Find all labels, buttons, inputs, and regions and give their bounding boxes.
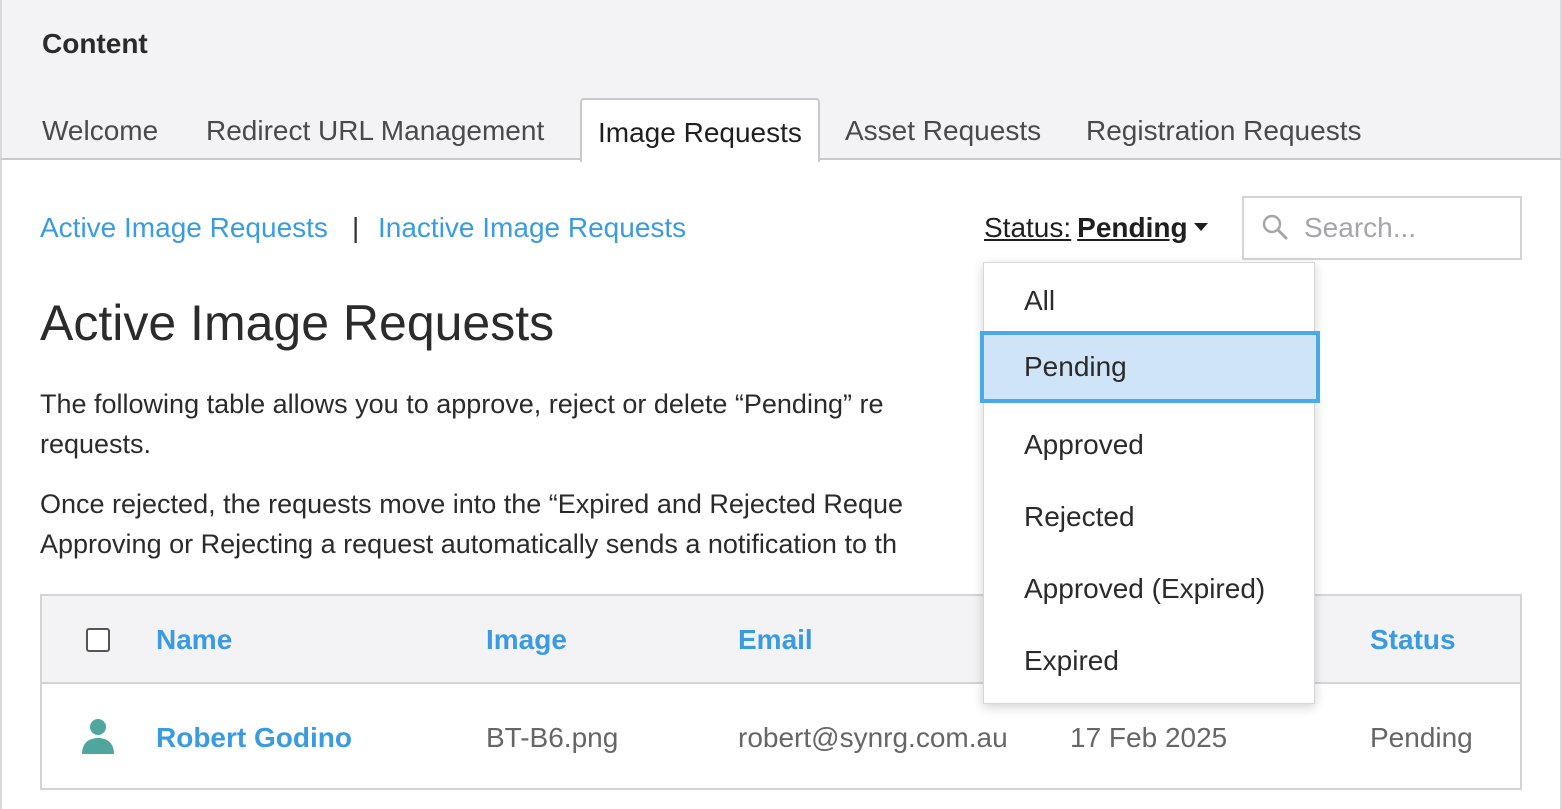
search-box[interactable] bbox=[1242, 196, 1522, 260]
tab-redirect-url-management[interactable]: Redirect URL Management bbox=[206, 98, 544, 160]
description-line: requests. bbox=[40, 429, 152, 459]
search-input[interactable] bbox=[1304, 208, 1504, 248]
active-image-requests-link[interactable]: Active Image Requests bbox=[40, 212, 328, 244]
sublink-separator: | bbox=[352, 212, 360, 243]
row-status: Pending bbox=[1370, 722, 1473, 753]
status-dropdown-menu: All Pending Approved Rejected Approved (… bbox=[980, 262, 1320, 704]
status-option-rejected[interactable]: Rejected bbox=[984, 481, 1314, 553]
row-image: BT-B6.png bbox=[486, 722, 619, 753]
status-filter-label: Status: bbox=[984, 212, 1072, 243]
description-line: The following table allows you to approv… bbox=[40, 389, 884, 419]
status-option-approved-expired[interactable]: Approved (Expired) bbox=[984, 553, 1314, 625]
tab-asset-requests[interactable]: Asset Requests bbox=[845, 98, 1041, 160]
row-email: robert@synrg.com.au bbox=[738, 722, 1008, 753]
column-header-image[interactable]: Image bbox=[486, 624, 567, 656]
column-header-email[interactable]: Email bbox=[738, 624, 813, 656]
column-header-name[interactable]: Name bbox=[156, 624, 232, 656]
search-icon bbox=[1262, 214, 1288, 240]
app-title: Content bbox=[42, 28, 148, 59]
caret-down-icon[interactable] bbox=[1193, 222, 1208, 231]
status-option-all[interactable]: All bbox=[984, 265, 1314, 337]
status-filter[interactable]: Status: Pending bbox=[984, 212, 1208, 244]
row-name-link[interactable]: Robert Godino bbox=[156, 722, 352, 754]
description-line: Once rejected, the requests move into th… bbox=[40, 489, 903, 519]
status-filter-value[interactable]: Pending bbox=[1077, 212, 1187, 243]
tab-registration-requests[interactable]: Registration Requests bbox=[1086, 98, 1361, 160]
status-option-expired[interactable]: Expired bbox=[984, 625, 1314, 697]
tab-image-requests[interactable]: Image Requests bbox=[580, 98, 820, 162]
status-option-pending[interactable]: Pending bbox=[980, 331, 1320, 403]
description-line: Approving or Rejecting a request automat… bbox=[40, 529, 897, 559]
row-date: 17 Feb 2025 bbox=[1070, 722, 1228, 753]
status-option-approved[interactable]: Approved bbox=[984, 409, 1314, 481]
column-header-status[interactable]: Status bbox=[1370, 624, 1456, 656]
user-avatar-icon bbox=[82, 719, 114, 754]
select-all-checkbox[interactable] bbox=[86, 628, 110, 652]
tab-welcome[interactable]: Welcome bbox=[42, 98, 158, 160]
page-title: Active Image Requests bbox=[40, 295, 555, 351]
inactive-image-requests-link[interactable]: Inactive Image Requests bbox=[378, 212, 686, 244]
